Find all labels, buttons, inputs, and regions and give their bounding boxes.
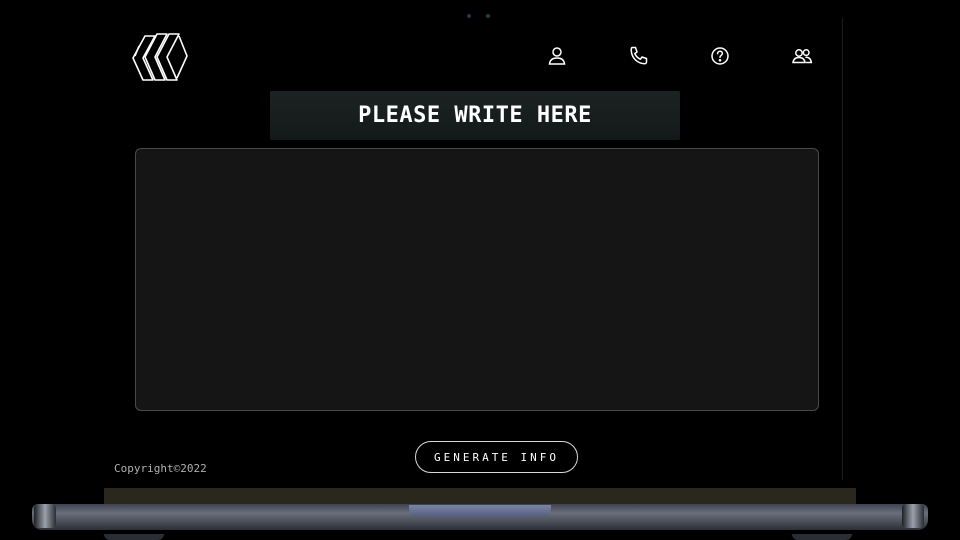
title-banner: PLEASE WRITE HERE: [270, 91, 680, 140]
stacked-s-logo-icon[interactable]: [131, 30, 189, 84]
laptop-mockup: PLEASE WRITE HERE GENERATE INFO Copyrigh…: [0, 0, 960, 540]
phone-icon[interactable]: [627, 44, 651, 68]
laptop-foot-right: [792, 534, 852, 540]
laptop-foot-left: [104, 534, 164, 540]
generate-info-button[interactable]: GENERATE INFO: [415, 441, 578, 473]
screen-bottom-bezel: [104, 488, 856, 505]
laptop-hinge-left: [34, 504, 56, 528]
page-title: PLEASE WRITE HERE: [358, 103, 592, 128]
help-icon[interactable]: [708, 44, 732, 68]
laptop-hinge-right: [902, 504, 924, 528]
header-nav: [544, 44, 824, 68]
user-icon[interactable]: [545, 44, 569, 68]
users-icon[interactable]: [790, 44, 814, 68]
screen-edge-line: [842, 18, 843, 480]
camera-dot: [467, 14, 471, 18]
laptop-opening-notch: [409, 505, 551, 518]
copyright-text: Copyright©2022: [114, 462, 207, 475]
camera-indicator-dot: [486, 14, 490, 18]
write-text-area[interactable]: [135, 148, 819, 411]
